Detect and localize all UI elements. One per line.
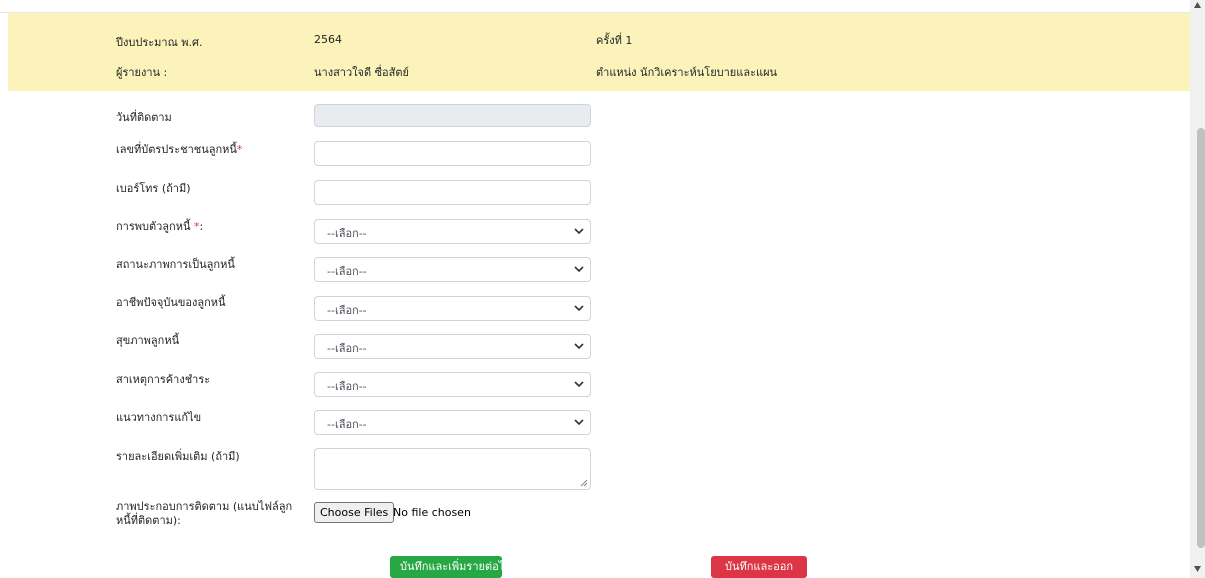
phone-input[interactable] <box>314 180 591 205</box>
phone-label: เบอร์โทร (ถ้ามี) <box>116 182 191 195</box>
reporter-label: ผู้รายงาน : <box>116 66 168 79</box>
photo-label: ภาพประกอบการติดตาม (แนบไฟล์ลูก หนี้ที่ติด… <box>116 500 293 527</box>
cause-label: สาเหตุการค้างชำระ <box>116 373 211 386</box>
found-label: การพบตัวลูกหนี้ *: <box>116 220 204 233</box>
health-select-value: --เลือก-- <box>327 341 367 355</box>
chevron-down-icon <box>574 343 584 350</box>
chevron-down-icon <box>574 305 584 312</box>
status-select[interactable]: --เลือก-- <box>314 257 591 282</box>
resize-grip-icon <box>580 479 588 487</box>
fiscal-year-value: 2564 <box>314 33 342 46</box>
status-select-value: --เลือก-- <box>327 264 367 278</box>
solution-select[interactable]: --เลือก-- <box>314 410 591 435</box>
chevron-down-icon <box>574 381 584 388</box>
occupation-select[interactable]: --เลือก-- <box>314 296 591 321</box>
follow-date-label: วันที่ติดตาม <box>116 111 172 124</box>
health-label: สุขภาพลูกหนี้ <box>116 334 180 347</box>
solution-select-value: --เลือก-- <box>327 417 367 431</box>
round-label: ครั้งที่ 1 <box>596 34 633 47</box>
chevron-down-icon <box>574 266 584 273</box>
health-select[interactable]: --เลือก-- <box>314 334 591 359</box>
status-label: สถานะภาพการเป็นลูกหนี้ <box>116 258 235 271</box>
file-status: No file chosen <box>393 506 471 519</box>
occupation-label: อาชีพปัจจุบันของลูกหนี้ <box>116 296 226 309</box>
required-marker: * <box>236 143 243 156</box>
info-banner: ปีงบประมาณ พ.ศ. 2564 ครั้งที่ 1 ผู้รายงา… <box>8 13 1190 91</box>
fiscal-year-label: ปีงบประมาณ พ.ศ. <box>116 36 203 49</box>
follow-date-input[interactable] <box>314 104 591 127</box>
found-select-value: --เลือก-- <box>327 226 367 240</box>
scroll-up-arrow-icon[interactable] <box>1194 2 1201 8</box>
reporter-value: นางสาวใจดี ซื่อสัตย์ <box>314 66 409 79</box>
save-and-next-button[interactable]: บันทึกและเพิ่มรายต่อไป <box>390 556 511 578</box>
scroll-down-arrow-icon[interactable] <box>1194 566 1201 572</box>
id-card-label: เลขที่บัตรประชาชนลูกหนี้* <box>116 143 243 156</box>
solution-label: แนวทางการแก้ไข <box>116 411 202 424</box>
cause-select-value: --เลือก-- <box>327 379 367 393</box>
id-card-input[interactable] <box>314 141 591 166</box>
position-label: ตำแหน่ง นักวิเคราะห์นโยบายและแผน <box>596 66 778 79</box>
occupation-select-value: --เลือก-- <box>327 303 367 317</box>
chevron-down-icon <box>574 228 584 235</box>
details-textarea[interactable] <box>314 448 591 490</box>
choose-files-button[interactable]: Choose Files <box>314 502 395 523</box>
found-select[interactable]: --เลือก-- <box>314 219 591 244</box>
clipped-top-text <box>0 0 1190 13</box>
chevron-down-icon <box>574 419 584 426</box>
details-label: รายละเอียดเพิ่มเติม (ถ้ามี) <box>116 450 240 463</box>
save-and-exit-button[interactable]: บันทึกและออก <box>711 556 807 578</box>
cause-select[interactable]: --เลือก-- <box>314 372 591 397</box>
scrollbar-thumb[interactable] <box>1197 128 1205 548</box>
